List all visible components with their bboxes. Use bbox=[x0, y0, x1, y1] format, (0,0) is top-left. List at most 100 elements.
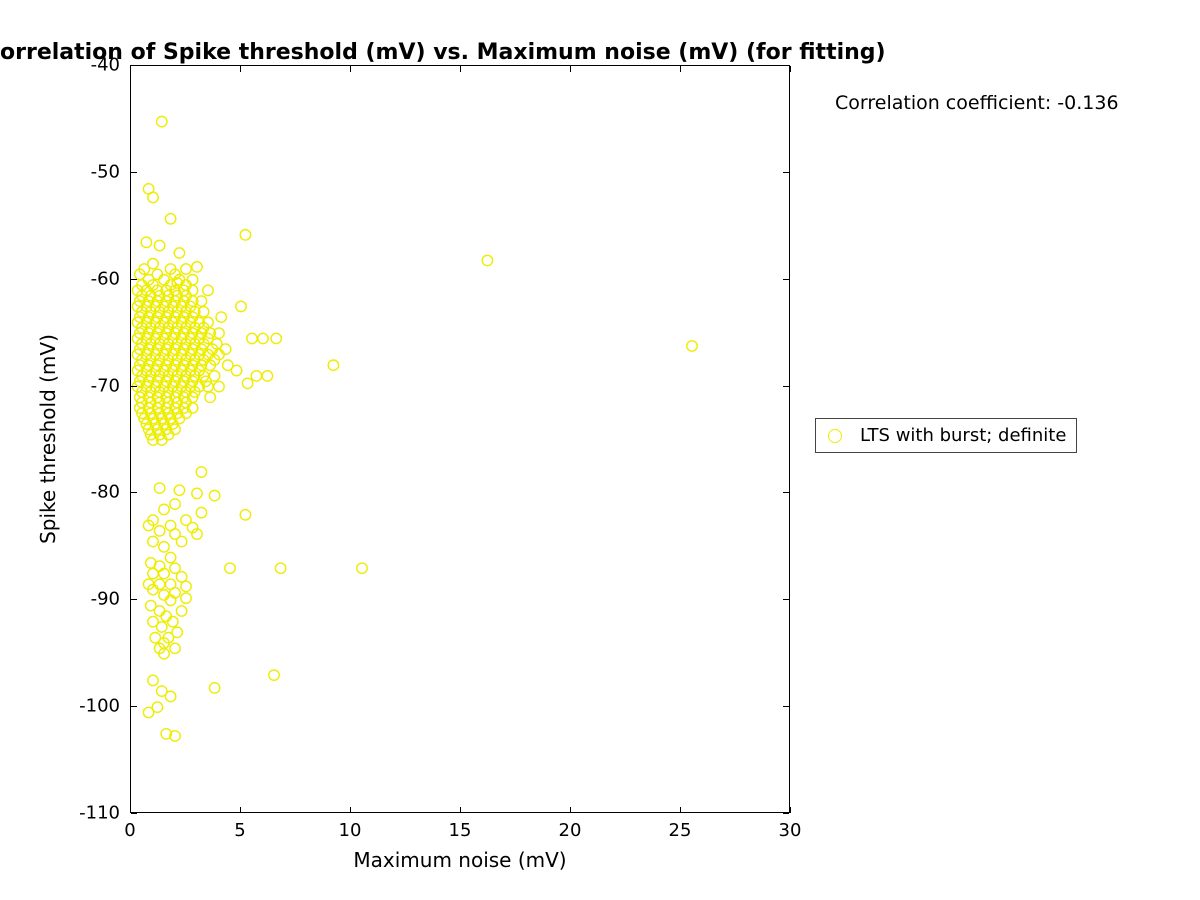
data-point bbox=[275, 563, 285, 573]
x-tick-mark bbox=[570, 66, 571, 72]
y-tick-mark bbox=[783, 706, 789, 707]
y-tick-mark bbox=[131, 279, 137, 280]
data-point bbox=[271, 333, 281, 343]
legend: LTS with burst; definite bbox=[815, 418, 1077, 453]
data-point bbox=[148, 675, 158, 685]
data-point bbox=[205, 392, 215, 402]
x-tick-mark bbox=[350, 66, 351, 72]
data-point bbox=[216, 312, 226, 322]
data-point bbox=[143, 707, 153, 717]
data-point bbox=[209, 683, 219, 693]
x-tick-mark bbox=[460, 807, 461, 813]
data-point bbox=[262, 371, 272, 381]
data-point bbox=[157, 622, 167, 632]
data-point bbox=[154, 526, 164, 536]
data-point bbox=[258, 333, 268, 343]
data-point bbox=[176, 606, 186, 616]
data-point bbox=[196, 507, 206, 517]
data-point bbox=[269, 670, 279, 680]
x-tick-mark bbox=[790, 807, 791, 813]
y-tick-mark bbox=[783, 813, 789, 814]
chart-stage: orrelation of Spike threshold (mV) vs. M… bbox=[0, 0, 1200, 900]
y-tick-mark bbox=[131, 813, 137, 814]
data-point bbox=[240, 510, 250, 520]
data-point bbox=[176, 536, 186, 546]
data-point bbox=[159, 275, 169, 285]
x-tick-label: 30 bbox=[779, 820, 802, 841]
data-point bbox=[247, 333, 257, 343]
data-point bbox=[170, 643, 180, 653]
data-point bbox=[687, 341, 697, 351]
data-point bbox=[181, 581, 191, 591]
data-point bbox=[165, 214, 175, 224]
data-point bbox=[154, 240, 164, 250]
x-tick-mark bbox=[790, 66, 791, 72]
y-tick-label: -50 bbox=[91, 161, 120, 182]
x-tick-label: 0 bbox=[124, 820, 135, 841]
x-tick-mark bbox=[570, 807, 571, 813]
y-tick-label: -80 bbox=[91, 482, 120, 503]
x-tick-label: 10 bbox=[339, 820, 362, 841]
x-tick-label: 15 bbox=[449, 820, 472, 841]
data-point bbox=[357, 563, 367, 573]
x-tick-label: 25 bbox=[669, 820, 692, 841]
data-point bbox=[154, 579, 164, 589]
data-point bbox=[174, 248, 184, 258]
y-tick-mark bbox=[783, 65, 789, 66]
data-point bbox=[225, 563, 235, 573]
x-tick-mark bbox=[460, 66, 461, 72]
data-point bbox=[220, 344, 230, 354]
scatter-svg bbox=[131, 66, 789, 812]
x-tick-mark bbox=[350, 807, 351, 813]
x-tick-label: 20 bbox=[559, 820, 582, 841]
x-tick-mark bbox=[130, 66, 131, 72]
data-point bbox=[148, 192, 158, 202]
data-point bbox=[328, 360, 338, 370]
data-point bbox=[176, 572, 186, 582]
y-tick-label: -60 bbox=[91, 268, 120, 289]
y-tick-mark bbox=[131, 599, 137, 600]
data-point bbox=[209, 490, 219, 500]
y-tick-mark bbox=[783, 492, 789, 493]
legend-marker-icon bbox=[828, 429, 842, 443]
data-point bbox=[236, 301, 246, 311]
x-tick-mark bbox=[680, 807, 681, 813]
data-point bbox=[203, 285, 213, 295]
x-tick-mark bbox=[240, 807, 241, 813]
y-tick-mark bbox=[783, 599, 789, 600]
data-point bbox=[231, 365, 241, 375]
data-point bbox=[159, 542, 169, 552]
data-point bbox=[192, 262, 202, 272]
y-tick-mark bbox=[131, 172, 137, 173]
data-point bbox=[214, 381, 224, 391]
y-tick-label: -40 bbox=[91, 55, 120, 76]
correlation-annotation: Correlation coefficient: -0.136 bbox=[835, 92, 1119, 114]
y-tick-label: -70 bbox=[91, 375, 120, 396]
data-point bbox=[251, 371, 261, 381]
data-point bbox=[148, 536, 158, 546]
y-tick-mark bbox=[131, 492, 137, 493]
data-point bbox=[157, 116, 167, 126]
data-point bbox=[181, 264, 191, 274]
y-tick-label: -90 bbox=[91, 589, 120, 610]
y-tick-mark bbox=[783, 279, 789, 280]
data-point bbox=[242, 378, 252, 388]
data-point bbox=[165, 691, 175, 701]
y-tick-mark bbox=[131, 706, 137, 707]
data-point bbox=[240, 230, 250, 240]
x-tick-mark bbox=[240, 66, 241, 72]
y-tick-label: -100 bbox=[79, 696, 120, 717]
data-point bbox=[159, 590, 169, 600]
data-point bbox=[482, 255, 492, 265]
data-point bbox=[159, 504, 169, 514]
data-point bbox=[170, 499, 180, 509]
data-point bbox=[168, 616, 178, 626]
x-tick-label: 5 bbox=[234, 820, 245, 841]
y-tick-mark bbox=[131, 386, 137, 387]
legend-item-label: LTS with burst; definite bbox=[860, 425, 1066, 446]
y-tick-mark bbox=[783, 172, 789, 173]
plot-area bbox=[130, 65, 790, 813]
data-point bbox=[165, 552, 175, 562]
data-point bbox=[174, 485, 184, 495]
data-point bbox=[196, 467, 206, 477]
